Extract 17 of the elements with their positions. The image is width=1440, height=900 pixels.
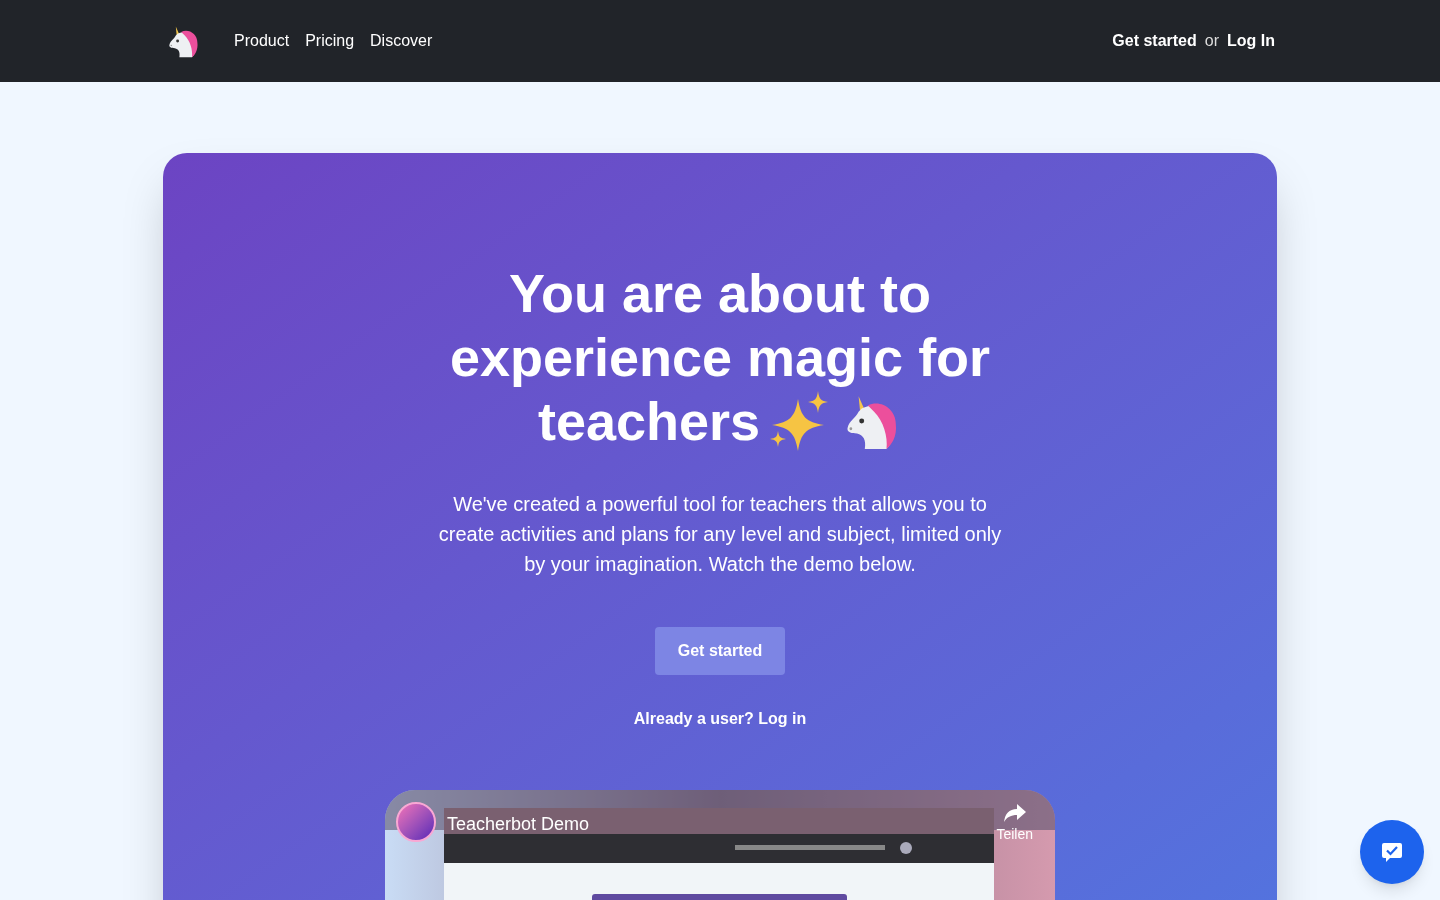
hero-title-line: You are about to <box>509 262 931 325</box>
or-text: or <box>1204 31 1219 51</box>
login-link[interactable]: Already a user? Log in <box>633 707 807 731</box>
video-title: Teacherbot Demo <box>447 813 590 836</box>
nav-link[interactable]: Discover <box>370 29 433 53</box>
video-player[interactable]: Teacherbot Demo Teilen <box>385 790 1055 900</box>
hero-title-line: teachers <box>537 390 761 453</box>
get-started-link[interactable]: Get started <box>1112 29 1197 53</box>
nav-link[interactable]: Pricing <box>305 29 355 53</box>
share-arrow-icon[interactable] <box>1002 802 1027 824</box>
nav-link[interactable]: Product <box>234 29 290 53</box>
share-label: Teilen <box>996 825 1033 844</box>
hero-description: We've created a powerful tool for teachers that allows you to create activities and plans for any level and subject, limited only by your imagination. Watch the demo below. <box>437 492 1003 577</box>
chat-button[interactable] <box>1360 820 1424 884</box>
log-in-link[interactable]: Log In <box>1227 29 1275 53</box>
chat-check-icon <box>1381 841 1403 863</box>
hero-title-line: experience magic for <box>449 326 991 389</box>
